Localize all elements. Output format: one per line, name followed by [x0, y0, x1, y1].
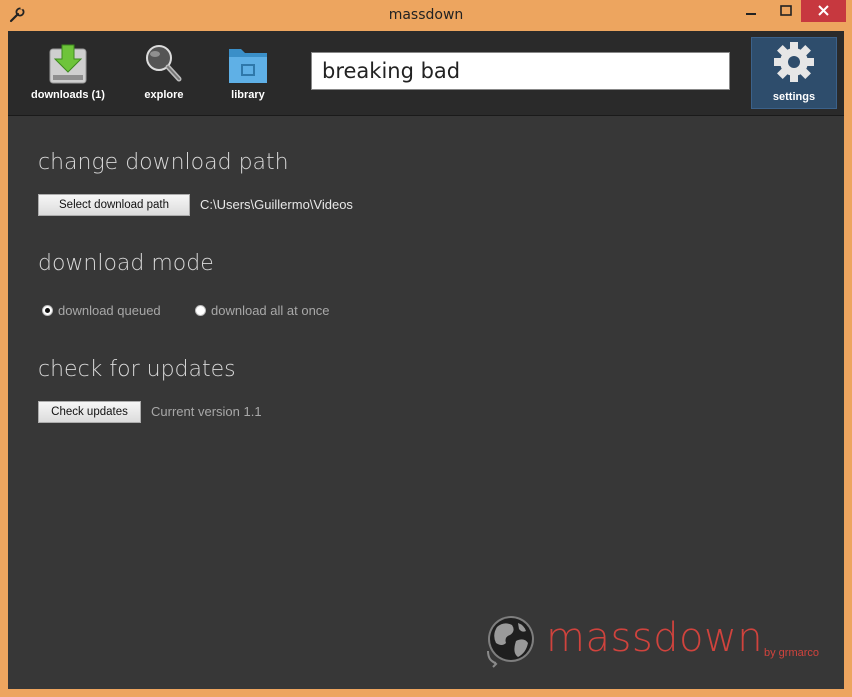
gear-icon	[774, 42, 814, 82]
magnifier-icon	[146, 45, 182, 82]
current-version-text: Current version 1.1	[151, 404, 262, 419]
select-download-path-button[interactable]: Select download path	[38, 194, 190, 216]
brand-author: by grmarco	[764, 647, 820, 659]
folder-icon	[229, 49, 267, 83]
download-arrow-icon	[49, 44, 87, 84]
brand-name: massdown	[546, 615, 764, 661]
radio-download-queued[interactable]: download queued	[42, 301, 161, 319]
nav-library[interactable]: library	[203, 31, 293, 115]
radio-download-all-label: download all at once	[211, 302, 330, 318]
nav-explore[interactable]: explore	[119, 31, 209, 115]
close-button[interactable]	[801, 0, 846, 22]
nav-library-label: library	[231, 89, 265, 101]
globe-icon	[487, 616, 534, 668]
nav-explore-label: explore	[144, 89, 184, 101]
toolbar: downloads (1) explore library breaking b…	[8, 31, 844, 116]
minimize-button[interactable]	[737, 0, 765, 22]
radio-download-all[interactable]: download all at once	[195, 301, 330, 319]
nav-settings[interactable]: settings	[751, 37, 837, 109]
title-bar[interactable]: massdown	[0, 0, 852, 31]
radio-dot-checked[interactable]	[42, 304, 53, 316]
nav-downloads-label: downloads (1)	[31, 89, 105, 101]
check-updates-button[interactable]: Check updates	[38, 401, 141, 423]
download-mode-title: download mode	[38, 251, 214, 276]
download-path-value: C:\Users\Guillermo\Videos	[200, 197, 353, 212]
download-path-title: change download path	[38, 150, 289, 175]
radio-download-queued-label: download queued	[58, 302, 161, 318]
updates-title: check for updates	[38, 357, 236, 382]
radio-dot-unchecked[interactable]	[195, 304, 206, 316]
nav-downloads[interactable]: downloads (1)	[23, 31, 113, 115]
maximize-button[interactable]	[772, 0, 800, 22]
nav-settings-label: settings	[772, 91, 816, 103]
window-title: massdown	[388, 7, 464, 23]
app-window: downloads (1) explore library breaking b…	[8, 31, 844, 689]
search-input[interactable]	[311, 52, 730, 90]
